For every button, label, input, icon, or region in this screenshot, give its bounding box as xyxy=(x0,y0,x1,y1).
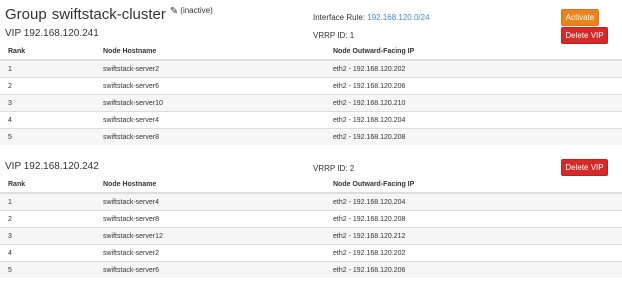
hostname-link[interactable]: swiftstack-server8 xyxy=(103,128,333,145)
vrrp-id: VRRP ID: 2 xyxy=(313,164,355,173)
hostname-link[interactable]: swiftstack-server8 xyxy=(103,210,333,228)
ip-cell: eth2 - 192.168.120.208 xyxy=(333,128,622,145)
column-header-ip: Node Outward-Facing IP xyxy=(333,176,622,194)
delete-vip-button[interactable]: Delete VIP xyxy=(561,159,608,176)
column-header-ip: Node Outward-Facing IP xyxy=(333,43,622,61)
vip-table: Rank Node Hostname Node Outward-Facing I… xyxy=(0,43,622,145)
table-row: 3 swiftstack-server12 eth2 - 192.168.120… xyxy=(0,227,622,245)
ip-cell: eth2 - 192.168.120.208 xyxy=(333,210,622,228)
rank-cell: 5 xyxy=(0,261,103,278)
table-header-row: Rank Node Hostname Node Outward-Facing I… xyxy=(0,43,622,61)
hostname-link[interactable]: swiftstack-server2 xyxy=(103,244,333,262)
ip-cell: eth2 - 192.168.120.206 xyxy=(333,77,622,95)
table-row: 2 swiftstack-server6 eth2 - 192.168.120.… xyxy=(0,77,622,95)
ip-cell: eth2 - 192.168.120.202 xyxy=(333,59,622,78)
rank-cell: 1 xyxy=(0,59,103,78)
rank-cell: 2 xyxy=(0,210,103,228)
column-header-hostname: Node Hostname xyxy=(103,43,333,61)
ip-cell: eth2 - 192.168.120.202 xyxy=(333,244,622,262)
pencil-icon[interactable]: ✎ xyxy=(170,6,178,17)
vrrp-id: VRRP ID: 1 xyxy=(313,31,355,40)
ip-cell: eth2 - 192.168.120.212 xyxy=(333,227,622,245)
table-row: 5 swiftstack-server6 eth2 - 192.168.120.… xyxy=(0,261,622,278)
hostname-link[interactable]: swiftstack-server6 xyxy=(103,77,333,95)
ip-cell: eth2 - 192.168.120.204 xyxy=(333,111,622,129)
rank-cell: 5 xyxy=(0,128,103,145)
rank-cell: 3 xyxy=(0,94,103,112)
rank-cell: 4 xyxy=(0,244,103,262)
vip-title: VIP 192.168.120.241 xyxy=(5,28,99,39)
vip-table: Rank Node Hostname Node Outward-Facing I… xyxy=(0,176,622,278)
table-row: 4 swiftstack-server2 eth2 - 192.168.120.… xyxy=(0,244,622,262)
column-header-rank: Rank xyxy=(0,43,103,61)
table-row: 5 swiftstack-server8 eth2 - 192.168.120.… xyxy=(0,128,622,145)
column-header-rank: Rank xyxy=(0,176,103,194)
interface-rule-link[interactable]: 192.168.120.0/24 xyxy=(367,13,429,22)
interface-rule-label: Interface Rule: xyxy=(313,13,366,22)
table-row: 1 swiftstack-server4 eth2 - 192.168.120.… xyxy=(0,192,622,211)
table-row: 4 swiftstack-server4 eth2 - 192.168.120.… xyxy=(0,111,622,129)
vip-title: VIP 192.168.120.242 xyxy=(5,161,99,172)
hostname-link[interactable]: swiftstack-server10 xyxy=(103,94,333,112)
ip-cell: eth2 - 192.168.120.204 xyxy=(333,192,622,211)
hostname-link[interactable]: swiftstack-server6 xyxy=(103,261,333,278)
hostname-link[interactable]: swiftstack-server4 xyxy=(103,111,333,129)
table-header-row: Rank Node Hostname Node Outward-Facing I… xyxy=(0,176,622,194)
rank-cell: 1 xyxy=(0,192,103,211)
table-row: 2 swiftstack-server8 eth2 - 192.168.120.… xyxy=(0,210,622,228)
status-badge: (inactive) xyxy=(180,6,213,15)
rank-cell: 2 xyxy=(0,77,103,95)
rank-cell: 4 xyxy=(0,111,103,129)
hostname-link[interactable]: swiftstack-server4 xyxy=(103,192,333,211)
ip-cell: eth2 - 192.168.120.210 xyxy=(333,94,622,112)
table-row: 1 swiftstack-server2 eth2 - 192.168.120.… xyxy=(0,59,622,78)
interface-rule: Interface Rule: 192.168.120.0/24 xyxy=(313,13,430,22)
hostname-link[interactable]: swiftstack-server2 xyxy=(103,59,333,78)
group-label: Group xyxy=(5,6,47,23)
activate-button[interactable]: Activate xyxy=(561,9,599,26)
rank-cell: 3 xyxy=(0,227,103,245)
group-name: swiftstack-cluster xyxy=(51,6,166,23)
table-row: 3 swiftstack-server10 eth2 - 192.168.120… xyxy=(0,94,622,112)
column-header-hostname: Node Hostname xyxy=(103,176,333,194)
hostname-link[interactable]: swiftstack-server12 xyxy=(103,227,333,245)
ip-cell: eth2 - 192.168.120.206 xyxy=(333,261,622,278)
delete-vip-button[interactable]: Delete VIP xyxy=(561,27,608,44)
group-title: Group swiftstack-cluster ✎ (inactive) xyxy=(5,6,213,23)
